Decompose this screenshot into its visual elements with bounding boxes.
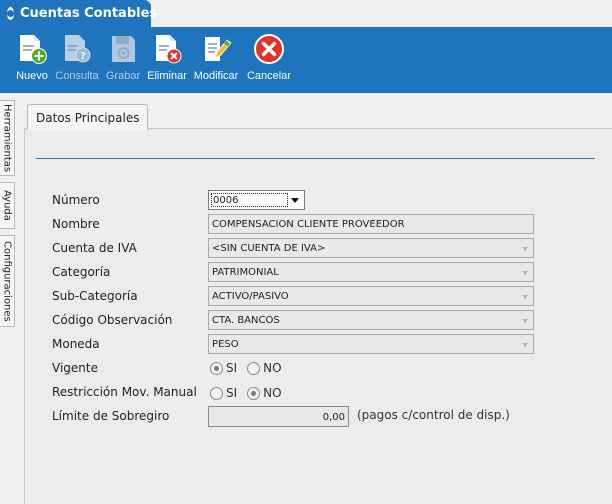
consulta-label: Consulta [55,70,99,82]
consulta-button[interactable]: ? Consulta [55,33,99,89]
cuenta-iva-value: <SIN CUENTA DE IVA> [212,243,326,254]
chevron-down-icon [522,247,528,251]
chevron-down-icon[interactable] [291,198,299,203]
sub-categoria-label: Sub-Categoría [52,289,138,303]
limite-note: (pagos c/control de disp.) [357,408,510,422]
chevron-down-icon [522,343,528,347]
nombre-label: Nombre [52,217,100,231]
numero-value: 0006 [211,193,288,207]
codigo-observacion-select[interactable]: CTA. BANCOS [208,310,534,330]
restriccion-si-radio[interactable] [210,386,223,400]
vigente-si-radio[interactable] [210,361,223,375]
grabar-button[interactable]: Grabar [104,33,142,89]
window-title: Cuentas Contables [20,6,158,21]
restriccion-no-radio[interactable] [247,386,261,400]
nuevo-label: Nuevo [16,70,48,82]
eliminar-label: Eliminar [147,70,187,82]
sub-categoria-value: ACTIVO/PASIVO [212,291,289,302]
save-disk-icon [112,36,135,62]
nombre-value: COMPENSACION CLIENTE PROVEEDOR [212,219,405,230]
restriccion-radio-group: SI NO [210,386,292,400]
categoria-label: Categoría [52,265,111,279]
categoria-select[interactable]: PATRIMONIAL [208,262,534,282]
document-question-icon: ? [65,35,91,63]
eliminar-button[interactable]: Eliminar [146,33,188,89]
side-tab-ayuda[interactable]: Ayuda [0,182,15,229]
vigente-label: Vigente [52,361,98,375]
numero-label: Número [52,193,100,207]
numero-select[interactable]: 0006 [208,190,305,210]
vigente-no-label: NO [263,361,282,375]
vigente-no-radio[interactable] [247,361,261,375]
window-tab-strip: Cuentas Contables [0,0,612,27]
restriccion-no-label: NO [263,386,282,400]
side-tab-configuraciones-label: Configuraciones [1,240,13,322]
limite-label: Límite de Sobregiro [52,409,170,423]
sub-categoria-select[interactable]: ACTIVO/PASIVO [208,286,534,306]
side-tab-configuraciones[interactable]: Configuraciones [0,235,15,327]
restriccion-label: Restricción Mov. Manual [52,385,197,399]
restriccion-si-label: SI [226,386,238,400]
window-title-tab[interactable]: Cuentas Contables [0,0,157,27]
toolbar: Nuevo ? Consulta Grabar Eliminar Modific… [0,27,612,93]
chevron-down-icon [522,295,528,299]
categoria-value: PATRIMONIAL [212,267,279,278]
cancel-x-icon [254,34,284,64]
cancelar-label: Cancelar [246,70,292,82]
chevron-down-icon [522,271,528,275]
section-divider [36,158,595,159]
modificar-button[interactable]: Modificar [191,33,241,89]
app-icon [7,7,14,20]
modificar-label: Modificar [193,70,239,82]
cuenta-iva-select[interactable]: <SIN CUENTA DE IVA> [208,238,534,258]
side-tab-ayuda-label: Ayuda [1,190,13,221]
limite-sobregiro-field[interactable]: 0,00 [208,406,349,427]
tab-datos-principales[interactable]: Datos Principales [27,104,148,130]
svg-text:?: ? [80,51,86,62]
moneda-value: PESO [212,339,239,350]
vigente-si-label: SI [226,361,238,375]
moneda-label: Moneda [52,337,100,351]
codigo-observacion-value: CTA. BANCOS [212,315,280,326]
cancelar-button[interactable]: Cancelar [246,33,292,89]
edit-pencil-icon [205,37,232,61]
chevron-down-icon [522,319,528,323]
nuevo-button[interactable]: Nuevo [15,33,49,89]
cuenta-iva-label: Cuenta de IVA [52,241,137,255]
codigo-observacion-label: Código Observación [52,313,173,327]
delete-document-icon [156,35,182,64]
side-tab-herramientas[interactable]: Herramientas [0,100,15,176]
moneda-select[interactable]: PESO [208,334,534,354]
grabar-label: Grabar [105,70,141,82]
new-document-plus-icon [20,35,47,64]
nombre-field[interactable]: COMPENSACION CLIENTE PROVEEDOR [208,214,534,234]
vigente-radio-group: SI NO [210,361,292,375]
side-tab-herramientas-label: Herramientas [1,103,13,173]
